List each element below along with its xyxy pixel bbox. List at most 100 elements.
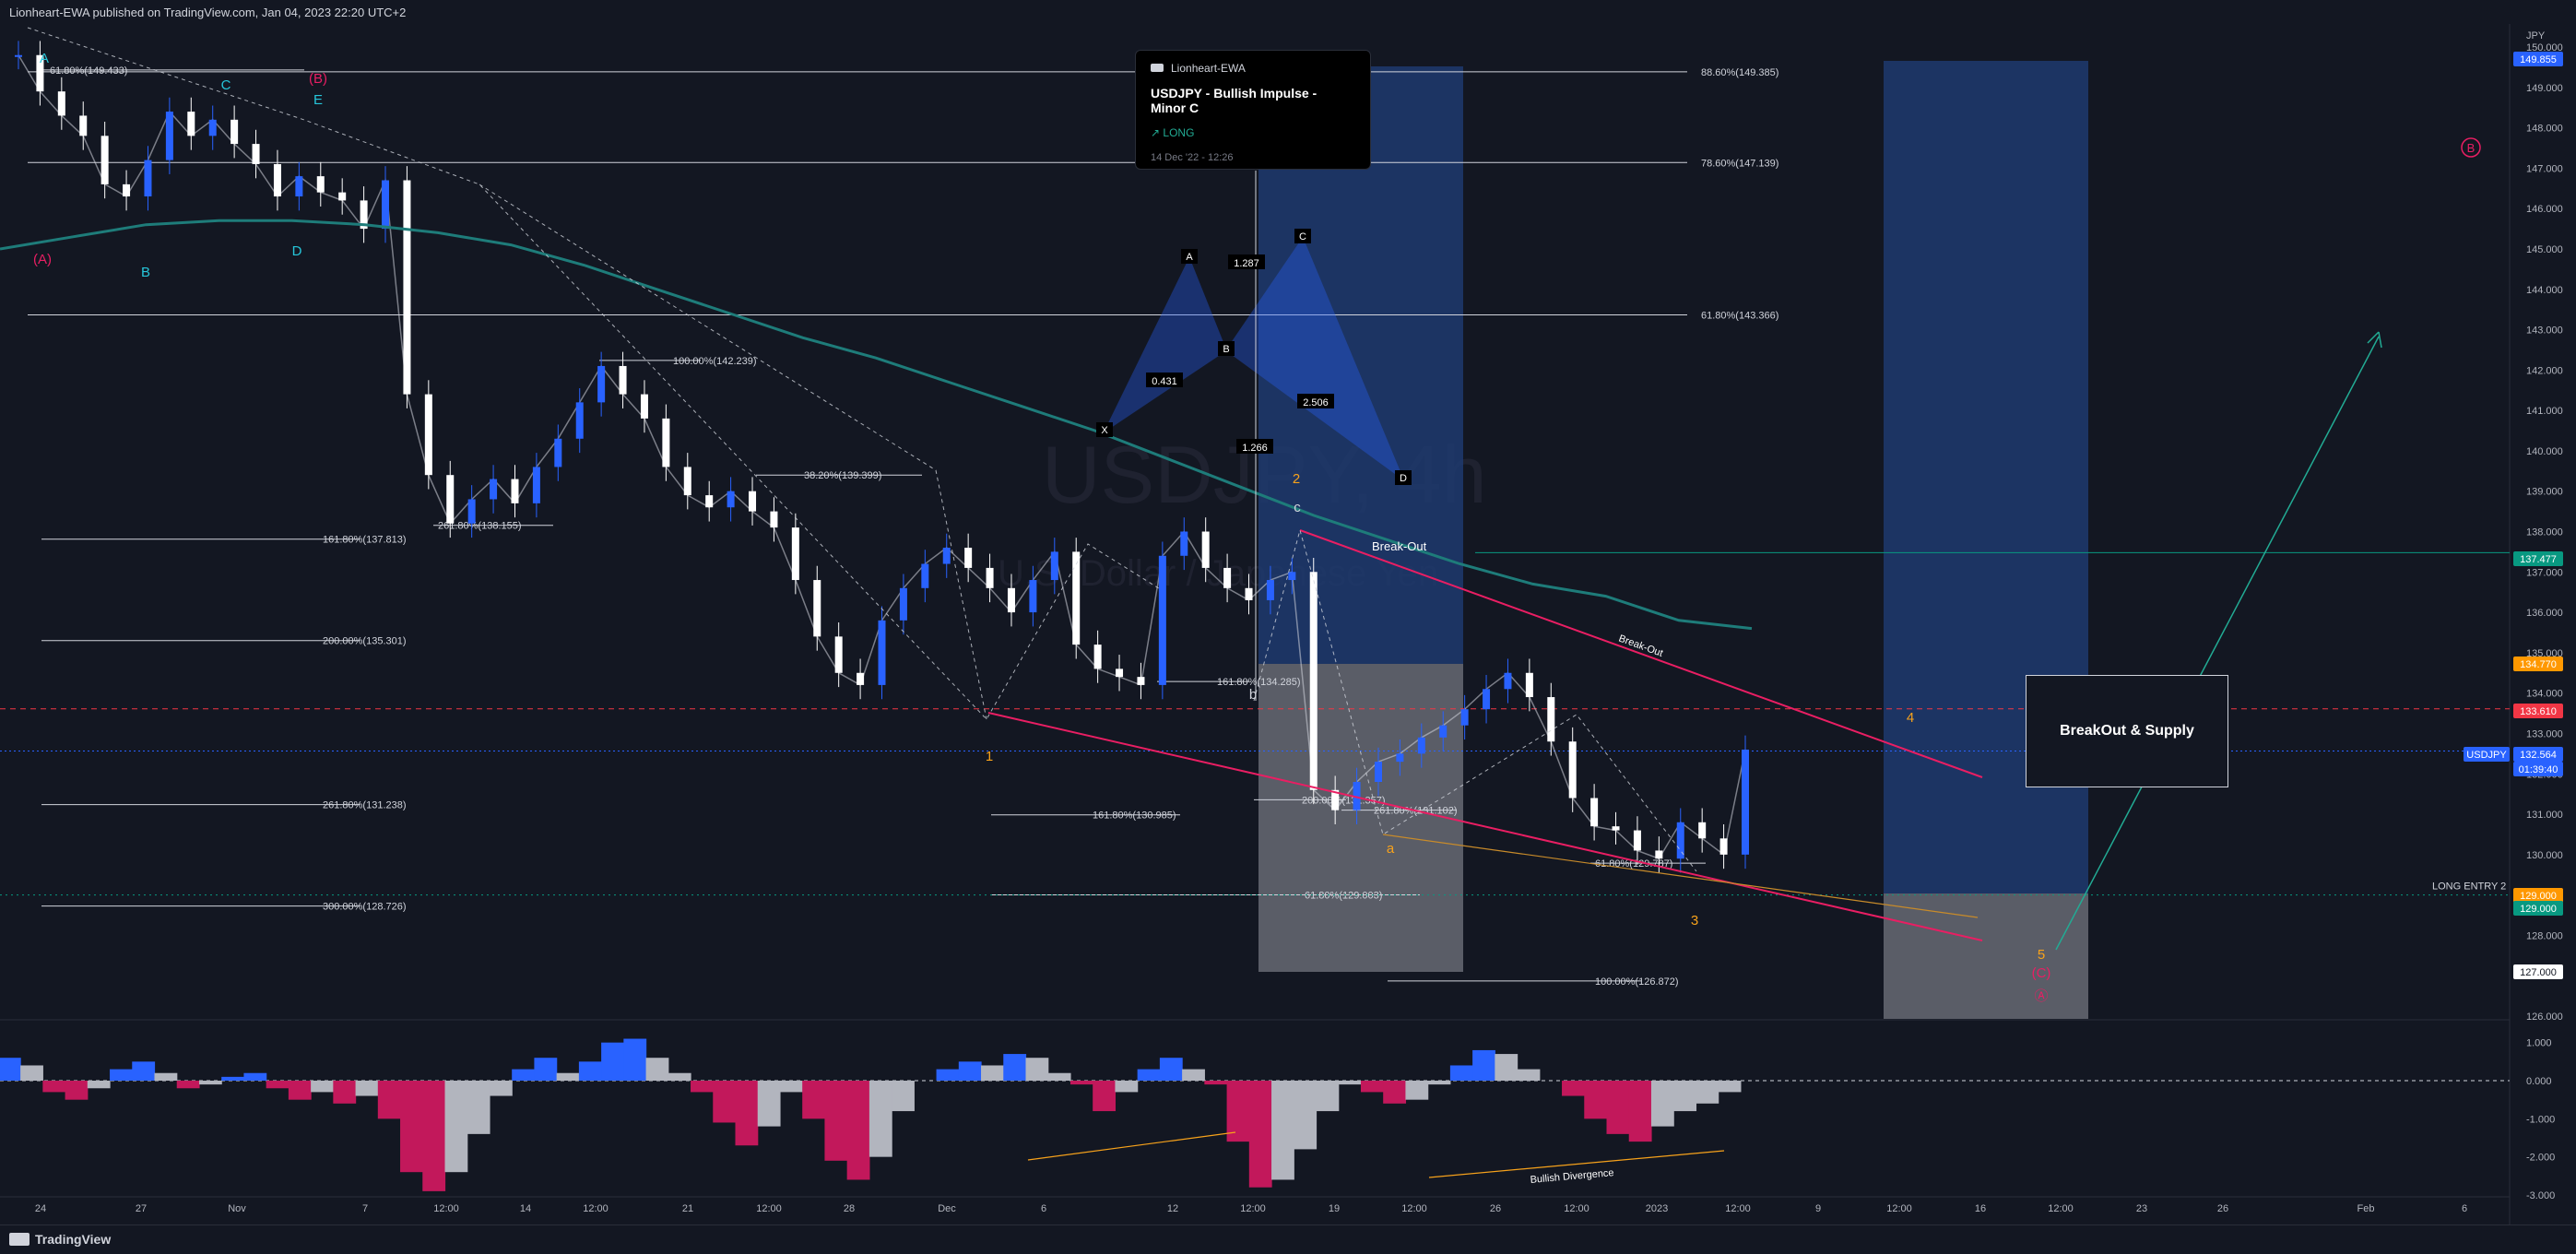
oscillator-bar	[1427, 1081, 1451, 1085]
candle-down	[252, 144, 260, 164]
fib-level-label: 200.00%(135.301)	[323, 636, 407, 647]
wave-label: 2	[1293, 471, 1300, 487]
candle-up	[1460, 709, 1469, 726]
price-tick-label: 149.000	[2526, 83, 2563, 94]
candle-down	[1612, 826, 1620, 831]
tradingview-brand[interactable]: TradingView	[9, 1232, 111, 1247]
price-tick-label: 126.000	[2526, 1011, 2563, 1023]
oscillator-bar	[1360, 1081, 1384, 1093]
breakout-label: Break-Out	[1372, 539, 1427, 553]
wave-label: B	[141, 265, 150, 280]
candle-down	[1525, 672, 1533, 698]
idea-title: USDJPY - Bullish Impulse - Minor C	[1151, 86, 1318, 115]
oscillator-bar	[1338, 1081, 1362, 1085]
candle-down	[57, 91, 65, 116]
candle-down	[1309, 572, 1318, 790]
oscillator-bar	[1248, 1081, 1272, 1188]
price-tick-label: 133.000	[2526, 728, 2563, 739]
oscillator-bar	[42, 1081, 66, 1093]
price-tick-label: 141.000	[2526, 406, 2563, 417]
candle-down	[1655, 850, 1663, 859]
oscillator-bar	[1115, 1081, 1139, 1093]
oscillator-bar	[221, 1076, 245, 1081]
oscillator-bar	[311, 1081, 334, 1093]
price-badge-value: 133.610	[2520, 706, 2557, 717]
oscillator-bar	[578, 1061, 602, 1081]
oscillator-bar	[668, 1072, 691, 1081]
price-unit-label: JPY	[2526, 30, 2546, 41]
wave-label: a	[1387, 841, 1395, 857]
oscillator-tick-label: -3.000	[2526, 1190, 2555, 1201]
candle-down	[273, 163, 281, 197]
idea-card[interactable]: Lionheart-EWA USDJPY - Bullish Impulse -…	[1135, 50, 1371, 170]
oscillator-bar	[1673, 1081, 1697, 1112]
price-tick-label: 137.000	[2526, 567, 2563, 578]
footer-bar: TradingView	[0, 1224, 2576, 1254]
oscillator-bar	[87, 1081, 111, 1089]
oscillator-bar	[1449, 1065, 1473, 1081]
breakout-supply-label: BreakOut & Supply	[2060, 723, 2194, 739]
time-tick-label: 19	[1329, 1203, 1340, 1214]
oscillator-bar	[0, 1058, 21, 1081]
oscillator-bar	[333, 1081, 357, 1104]
harmonic-ratio-label: 1.266	[1242, 443, 1268, 454]
wave-label: c	[1294, 500, 1301, 515]
candle-up	[1504, 672, 1512, 690]
oscillator-bar	[176, 1081, 200, 1089]
price-badge-value: 129.000	[2520, 891, 2557, 902]
time-tick-label: 26	[2217, 1203, 2228, 1214]
candle-up	[1417, 737, 1425, 754]
time-tick-label: 12:00	[1240, 1203, 1266, 1214]
candle-down	[123, 183, 131, 197]
chart-canvas[interactable]: USDJPY, 4h U.S. Dollar / Japanese Yen JP…	[0, 24, 2576, 1224]
candle-down	[749, 491, 757, 512]
oscillator-bar	[981, 1065, 1004, 1081]
price-tick-label: 145.000	[2526, 244, 2563, 255]
price-badge-value: 129.000	[2520, 904, 2557, 915]
time-tick-label: 12:00	[756, 1203, 782, 1214]
fib-level-label: 100.00%(126.872)	[1595, 976, 1679, 988]
oscillator-bar	[713, 1081, 737, 1123]
wave-label: C	[221, 77, 231, 93]
price-badge-value: 137.477	[2520, 554, 2557, 565]
candle-down	[316, 176, 325, 193]
wave-label: E	[313, 92, 323, 108]
oscillator-bar	[512, 1069, 536, 1081]
oscillator-tick-label: -2.000	[2526, 1153, 2555, 1164]
time-tick-label: 24	[35, 1203, 46, 1214]
oscillator-bar	[1294, 1081, 1318, 1150]
oscillator-bar	[1093, 1081, 1117, 1112]
tradingview-logo-icon	[1151, 64, 1164, 72]
oscillator-bar	[735, 1081, 759, 1146]
publisher-bar: Lionheart-EWA published on TradingView.c…	[0, 0, 2576, 24]
candle-down	[230, 119, 239, 145]
price-tick-label: 136.000	[2526, 608, 2563, 619]
candle-down	[813, 580, 821, 637]
fib-level-label: 88.60%(149.385)	[1701, 67, 1778, 78]
oscillator-bar	[1495, 1054, 1518, 1081]
candle-down	[100, 136, 109, 184]
wave-label: B	[2467, 141, 2476, 155]
harmonic-ratio-label: 2.506	[1303, 397, 1329, 408]
oscillator-bar	[1383, 1081, 1407, 1104]
oscillator-bar	[623, 1038, 647, 1081]
price-tick-label: 140.000	[2526, 446, 2563, 457]
fib-level-label: 61.80%(149.433)	[50, 65, 127, 77]
candle-up	[921, 563, 929, 588]
oscillator-bar	[467, 1081, 490, 1134]
tradingview-logo-icon	[9, 1233, 30, 1246]
wave-label: (A)	[33, 252, 52, 267]
candle-up	[490, 479, 498, 500]
oscillator-bar	[846, 1081, 870, 1180]
candle-up	[1029, 580, 1037, 613]
candle-down	[1201, 531, 1210, 568]
oscillator-bar	[645, 1058, 669, 1081]
oscillator-bar	[1517, 1069, 1541, 1081]
candle-down	[424, 394, 432, 476]
time-tick-label: Nov	[228, 1203, 246, 1214]
time-tick-label: 2023	[1646, 1203, 1668, 1214]
harmonic-point-label: X	[1101, 425, 1108, 436]
brand-text: TradingView	[35, 1232, 112, 1247]
oscillator-bar	[132, 1061, 156, 1081]
oscillator-bar	[1696, 1081, 1719, 1104]
